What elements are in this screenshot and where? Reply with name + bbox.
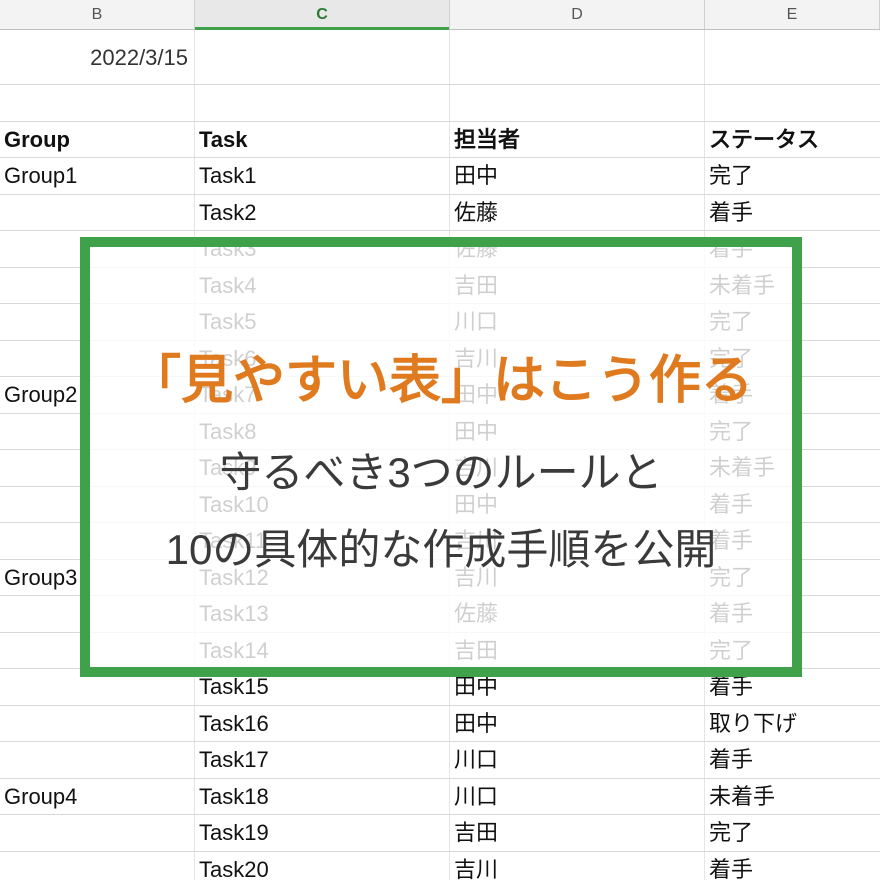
- cell-group[interactable]: [0, 706, 195, 742]
- table-row[interactable]: Task17川口着手: [0, 742, 880, 779]
- cell-status[interactable]: 未着手: [705, 779, 880, 815]
- table-row[interactable]: Task20吉川着手: [0, 852, 880, 880]
- column-header-B[interactable]: B: [0, 0, 195, 29]
- cell-assignee[interactable]: 川口: [450, 742, 705, 778]
- cell-task[interactable]: Task18: [195, 779, 450, 815]
- table-row[interactable]: Group4Task18川口未着手: [0, 779, 880, 816]
- cell-task[interactable]: Task16: [195, 706, 450, 742]
- cell-status[interactable]: 完了: [705, 158, 880, 194]
- cell-group[interactable]: [0, 742, 195, 778]
- overlay-subline-2: 10の具体的な作成手順を公開: [166, 516, 717, 577]
- table-row[interactable]: Task16田中取り下げ: [0, 706, 880, 743]
- overlay-subline-1: 守るべき3つのルールと: [219, 439, 662, 500]
- cell-status[interactable]: 取り下げ: [705, 706, 880, 742]
- header-group[interactable]: Group: [0, 122, 195, 158]
- date-row[interactable]: 2022/3/15: [0, 30, 880, 85]
- cell-assignee[interactable]: 田中: [450, 158, 705, 194]
- cell-assignee[interactable]: 吉川: [450, 852, 705, 880]
- cell-assignee[interactable]: 川口: [450, 779, 705, 815]
- blank-row[interactable]: [0, 85, 880, 122]
- header-status[interactable]: ステータス: [705, 122, 880, 158]
- table-row[interactable]: Task19吉田完了: [0, 815, 880, 852]
- cell-status[interactable]: 着手: [705, 195, 880, 231]
- cell-group[interactable]: Group4: [0, 779, 195, 815]
- cell-task[interactable]: Task2: [195, 195, 450, 231]
- cell-task[interactable]: Task20: [195, 852, 450, 880]
- date-cell[interactable]: 2022/3/15: [0, 30, 195, 84]
- header-task[interactable]: Task: [195, 122, 450, 158]
- table-header-row[interactable]: Group Task 担当者 ステータス: [0, 122, 880, 159]
- cell-status[interactable]: 完了: [705, 815, 880, 851]
- cell-task[interactable]: Task17: [195, 742, 450, 778]
- cell-assignee[interactable]: 佐藤: [450, 195, 705, 231]
- column-header-E[interactable]: E: [705, 0, 880, 29]
- cell-group[interactable]: [0, 195, 195, 231]
- cell-group[interactable]: [0, 852, 195, 880]
- column-header-C[interactable]: C: [195, 0, 450, 29]
- table-row[interactable]: Task2佐藤着手: [0, 195, 880, 232]
- cell-group[interactable]: [0, 815, 195, 851]
- table-row[interactable]: Group1Task1田中完了: [0, 158, 880, 195]
- title-overlay-card: 「見やすい表」はこう作る 守るべき3つのルールと 10の具体的な作成手順を公開: [80, 237, 802, 677]
- cell-status[interactable]: 着手: [705, 852, 880, 880]
- cell-task[interactable]: Task19: [195, 815, 450, 851]
- cell-task[interactable]: Task1: [195, 158, 450, 194]
- header-assignee[interactable]: 担当者: [450, 122, 705, 158]
- cell-assignee[interactable]: 吉田: [450, 815, 705, 851]
- cell-group[interactable]: Group1: [0, 158, 195, 194]
- cell-assignee[interactable]: 田中: [450, 706, 705, 742]
- overlay-headline: 「見やすい表」はこう作る: [129, 338, 753, 413]
- column-header-bar: B C D E: [0, 0, 880, 30]
- cell-status[interactable]: 着手: [705, 742, 880, 778]
- column-header-D[interactable]: D: [450, 0, 705, 29]
